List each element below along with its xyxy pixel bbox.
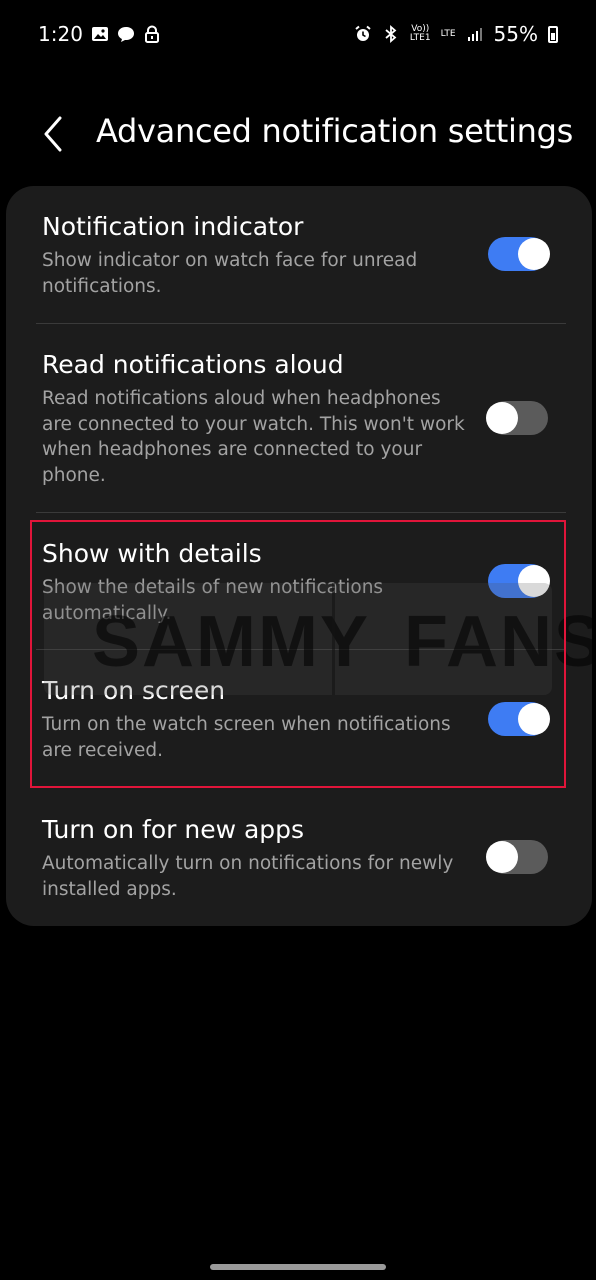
toggle-knob [486, 841, 518, 873]
show-details-toggle[interactable] [488, 564, 550, 598]
home-indicator[interactable] [210, 1264, 386, 1270]
setting-title: Show with details [42, 539, 262, 568]
setting-row-turn-on-screen[interactable]: Turn on screen Turn on the watch screen … [6, 650, 592, 788]
signal-icon [467, 28, 482, 41]
lte-indicator: LTE [440, 28, 456, 39]
turn-on-screen-toggle[interactable] [488, 702, 550, 736]
read-aloud-toggle[interactable] [486, 401, 548, 435]
toggle-knob [486, 402, 518, 434]
toggle-knob [518, 238, 550, 270]
toggle-knob [518, 565, 550, 597]
status-bar: 1:20 Vo)) LTE1 LTE 55% [0, 0, 596, 70]
setting-description: Show the details of new notifications au… [42, 577, 384, 624]
setting-row-show-details[interactable]: Show with details Show the details of ne… [6, 513, 592, 649]
toggle-knob [518, 703, 550, 735]
status-right: Vo)) LTE1 LTE 55% [354, 22, 558, 46]
setting-description: Read notifications aloud when headphones… [42, 388, 465, 486]
volte-indicator: Vo)) LTE1 [409, 24, 431, 43]
app-bar: Advanced notification settings [0, 100, 596, 170]
setting-row-new-apps[interactable]: Turn on for new apps Automatically turn … [6, 789, 592, 926]
battery-percent: 55% [493, 22, 538, 46]
bluetooth-icon [385, 25, 397, 43]
status-left: 1:20 [38, 22, 161, 46]
lock-icon [144, 25, 159, 43]
setting-description: Turn on the watch screen when notificati… [42, 714, 451, 761]
setting-description: Automatically turn on notifications for … [42, 853, 454, 900]
battery-icon [548, 25, 558, 43]
setting-title: Turn on for new apps [42, 815, 305, 844]
setting-title: Notification indicator [42, 212, 304, 241]
status-time: 1:20 [38, 22, 83, 46]
notification-indicator-toggle[interactable] [488, 237, 550, 271]
setting-row-notification-indicator[interactable]: Notification indicator Show indicator on… [6, 186, 592, 323]
page-title: Advanced notification settings [96, 112, 573, 150]
alarm-icon [355, 25, 371, 41]
setting-title: Read notifications aloud [42, 350, 344, 379]
setting-description: Show indicator on watch face for unread … [42, 250, 418, 297]
new-apps-toggle[interactable] [486, 840, 548, 874]
setting-title: Turn on screen [42, 676, 226, 705]
setting-row-read-aloud[interactable]: Read notifications aloud Read notificati… [6, 324, 592, 512]
gallery-icon [91, 27, 108, 41]
chat-icon [117, 27, 134, 42]
chevron-left-icon[interactable] [38, 108, 72, 160]
settings-card: Notification indicator Show indicator on… [6, 186, 592, 926]
